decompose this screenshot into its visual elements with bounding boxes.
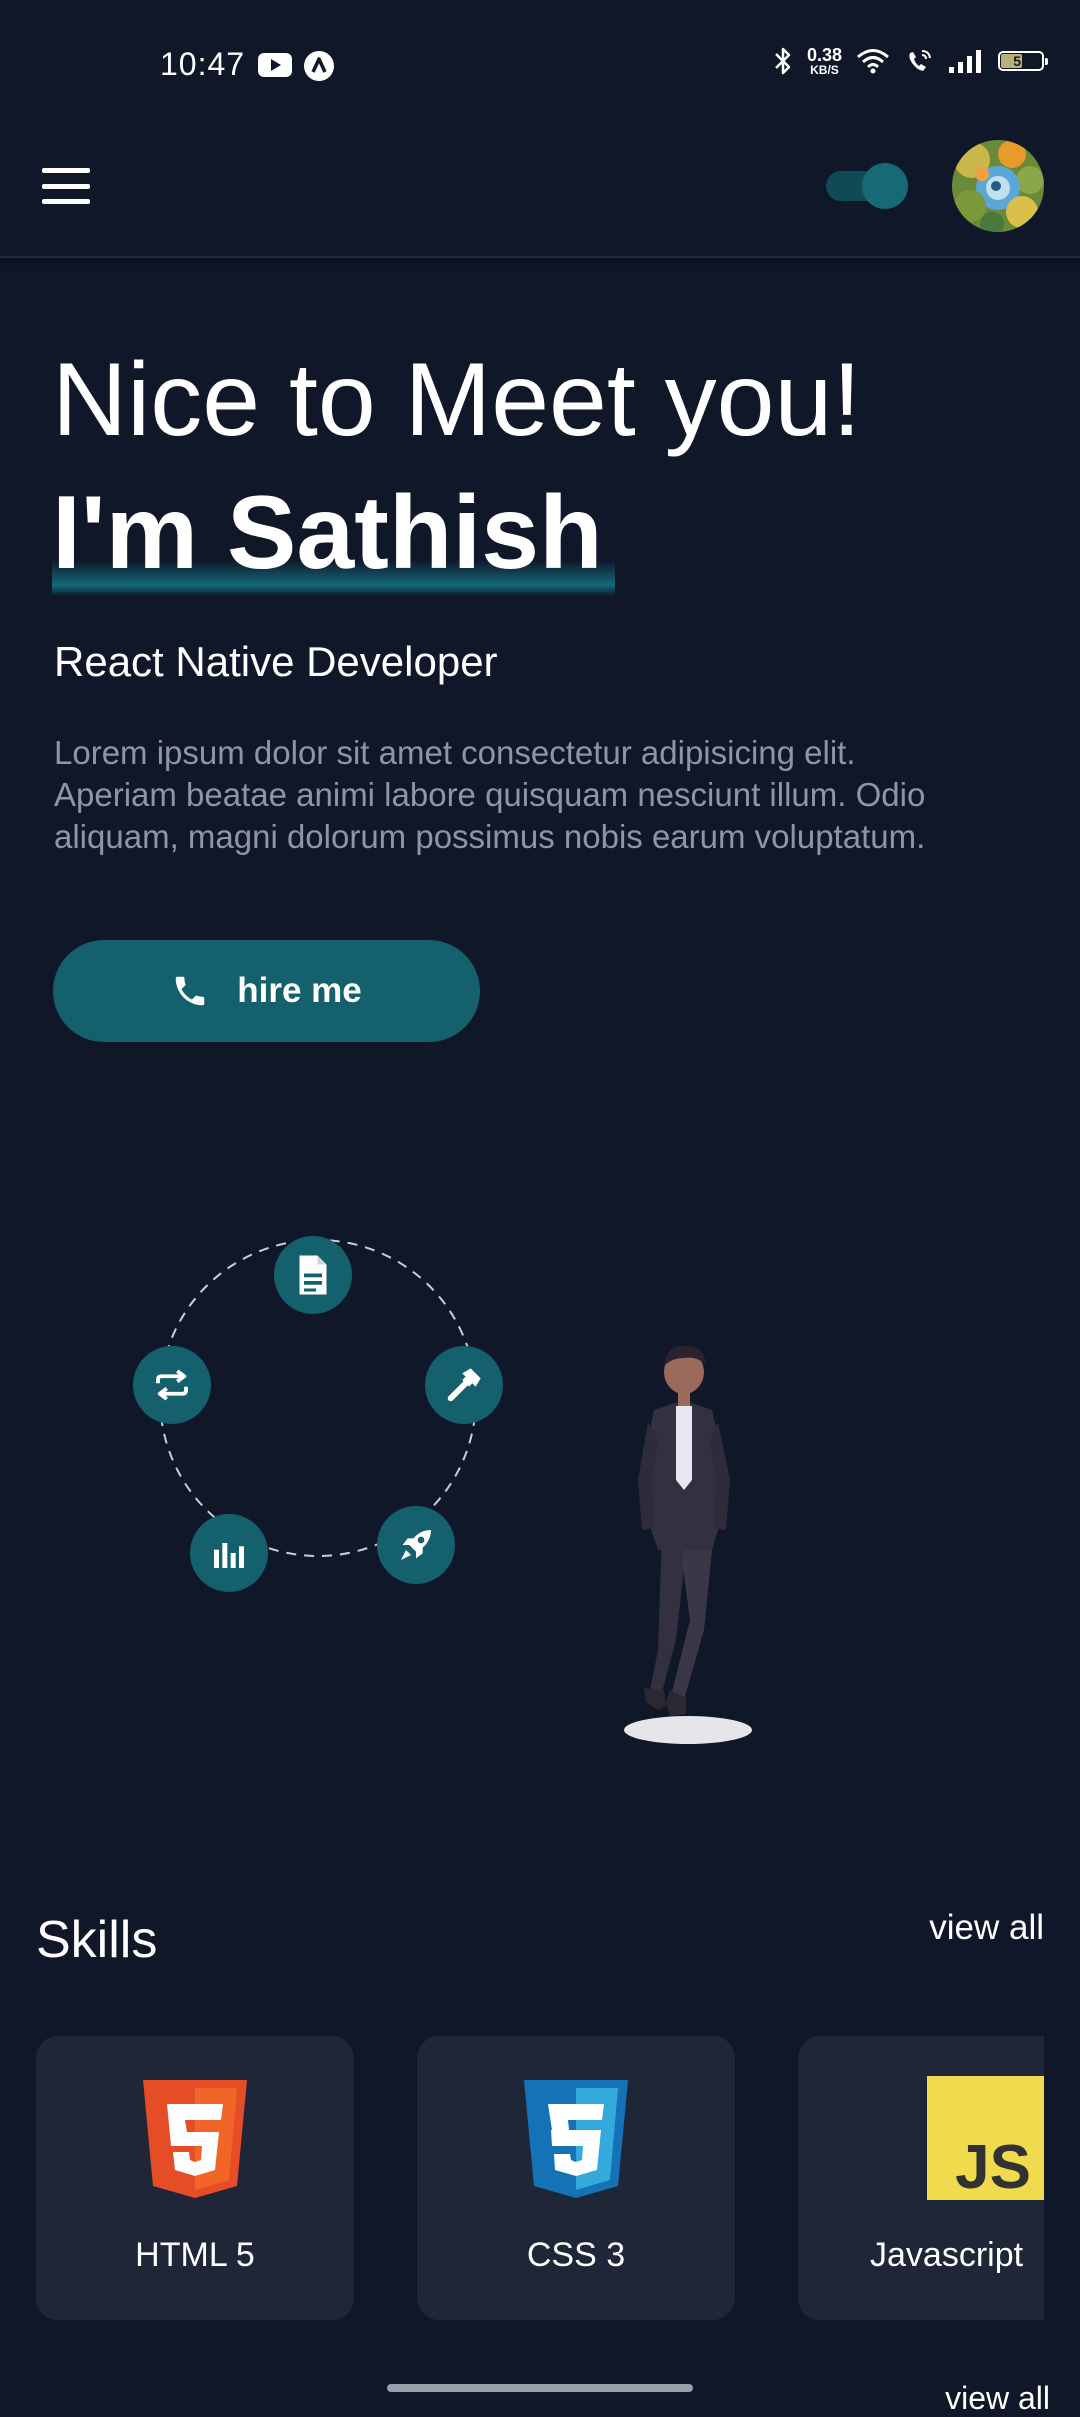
skills-carousel[interactable]: HTML 5 CSS 3 JS Javascript <box>36 2036 1044 2322</box>
avatar-image <box>952 140 1044 232</box>
document-icon <box>274 1236 352 1314</box>
network-speed-value: 0.38 <box>806 45 842 65</box>
repeat-icon <box>133 1346 211 1424</box>
skill-card-css3[interactable]: CSS 3 <box>417 2036 735 2320</box>
skills-section-title: Skills <box>36 1911 158 1969</box>
signal-strength-icon <box>949 50 981 73</box>
home-indicator[interactable] <box>387 2384 693 2392</box>
toggle-thumb <box>862 163 908 209</box>
app-header <box>0 130 1080 258</box>
css3-icon <box>524 2080 628 2198</box>
standing-man-illustration <box>624 1345 752 1744</box>
rocket-icon <box>377 1506 455 1584</box>
wifi-calling-icon <box>909 50 931 71</box>
hero-role: React Native Developer <box>54 638 498 685</box>
bar-chart-icon <box>190 1514 268 1592</box>
skill-card-javascript[interactable]: JS Javascript <box>798 2036 1044 2320</box>
html5-icon <box>143 2080 247 2198</box>
next-section-view-all[interactable]: view all <box>945 2380 1050 2417</box>
status-time: 10:47 <box>160 46 246 82</box>
wifi-icon <box>857 49 889 74</box>
theme-toggle[interactable] <box>824 163 908 209</box>
skill-label: HTML 5 <box>135 2236 255 2274</box>
skills-view-all-link[interactable]: view all <box>929 1908 1044 1948</box>
svg-text:JS: JS <box>955 2133 1031 2200</box>
hammer-icon <box>425 1346 503 1424</box>
skill-label: CSS 3 <box>526 2236 626 2274</box>
avatar[interactable] <box>952 140 1044 232</box>
hero-illustration <box>0 1180 1080 1780</box>
youtube-notification-icon <box>258 53 292 77</box>
phone-icon <box>176 976 205 1006</box>
skill-card-html5[interactable]: HTML 5 <box>36 2036 354 2320</box>
hamburger-menu-icon[interactable] <box>42 168 90 204</box>
network-speed-unit: KB/S <box>810 63 839 77</box>
orbit-ring <box>159 1239 477 1557</box>
status-right-icons: 0.38 KB/S 51 <box>773 46 1048 76</box>
app-notification-icon <box>304 51 334 81</box>
battery-level: 51 <box>1013 53 1029 69</box>
status-bar: 10:47 0.38 KB/S 51 <box>0 0 1080 130</box>
javascript-icon: JS <box>926 2076 1044 2200</box>
hire-me-label: hire me <box>237 971 362 1010</box>
hero-greeting: Nice to Meet you! <box>52 342 862 458</box>
hire-me-button[interactable]: hire me <box>53 940 480 1042</box>
bluetooth-icon <box>775 47 791 75</box>
hero-name: I'm Sathish <box>52 475 603 591</box>
network-speed: 0.38 KB/S <box>807 46 842 76</box>
battery-icon: 51 <box>998 51 1048 71</box>
hero-description: Lorem ipsum dolor sit amet consectetur a… <box>54 734 926 855</box>
skill-label: Javascript <box>870 2236 1024 2274</box>
hero-name-block: I'm Sathish <box>52 468 615 598</box>
